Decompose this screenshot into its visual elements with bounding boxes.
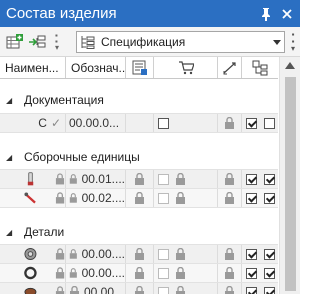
properties-icon: [132, 60, 147, 75]
lock-icon: [176, 248, 185, 260]
view-select[interactable]: Спецификация: [76, 31, 285, 53]
include-checkbox[interactable]: [245, 267, 257, 279]
row-designation: 00.00....: [81, 266, 125, 280]
lock-icon: [225, 173, 234, 185]
assembly-icon: [27, 172, 34, 186]
include-checkbox[interactable]: [245, 192, 257, 204]
view-select-value: Спецификация: [101, 35, 186, 49]
row-designation: 00.00....: [81, 247, 125, 261]
part-icon: [24, 266, 37, 280]
close-icon[interactable]: [279, 6, 295, 22]
group-parts[interactable]: ◢ Детали: [0, 222, 278, 242]
lock-icon: [135, 286, 144, 294]
row-designation: 00.02....: [81, 191, 125, 205]
table-row[interactable]: С ✓ 00.00.0...: [0, 113, 278, 133]
column-header-name[interactable]: Наимен...: [0, 57, 66, 78]
include-checkbox[interactable]: [245, 173, 257, 185]
add-object-icon[interactable]: [5, 32, 25, 52]
lock-icon: [55, 286, 65, 294]
lock-icon: [135, 248, 144, 260]
purchase-checkbox[interactable]: [158, 248, 169, 260]
lock-icon: [225, 248, 234, 260]
include-checkbox[interactable]: [245, 117, 257, 129]
table-row[interactable]: 00.01....: [0, 169, 278, 189]
lock-icon: [55, 248, 65, 260]
lock-icon: [176, 286, 185, 294]
include-checkbox[interactable]: [245, 286, 257, 294]
structure-icon: [252, 60, 268, 75]
lock-icon: [135, 192, 144, 204]
collapse-icon[interactable]: ◢: [6, 96, 14, 105]
chevron-down-icon[interactable]: [270, 33, 284, 51]
group-documentation[interactable]: ◢ Документация: [0, 90, 278, 110]
toolbar-overflow-icon[interactable]: ▪ ▪ ▾: [55, 32, 63, 52]
part-icon: [24, 248, 37, 260]
structure-checkbox[interactable]: [263, 173, 275, 185]
lock-icon: [69, 193, 77, 203]
collapse-icon[interactable]: ◢: [6, 228, 14, 237]
toolbar-more-icon[interactable]: ▪ ▪ ▾: [288, 31, 298, 53]
lock-icon: [176, 267, 185, 279]
purchase-checkbox[interactable]: [158, 117, 169, 129]
column-header-purchase[interactable]: [154, 57, 218, 78]
pin-icon[interactable]: [258, 6, 274, 22]
lock-icon: [55, 173, 65, 185]
table-row[interactable]: 00.00...: [0, 282, 278, 294]
table-row[interactable]: 00.00....: [0, 244, 278, 264]
lock-icon: [225, 286, 234, 294]
checkmark-icon: ✓: [50, 116, 61, 130]
include-checkbox[interactable]: [245, 248, 257, 260]
purchase-checkbox[interactable]: [158, 173, 169, 185]
row-designation: 00.00...: [84, 285, 125, 294]
lock-icon: [69, 249, 77, 259]
group-assemblies[interactable]: ◢ Сборочные единицы: [0, 147, 278, 167]
insert-from-structure-icon[interactable]: [27, 32, 47, 52]
structure-checkbox[interactable]: [263, 192, 275, 204]
structure-checkbox[interactable]: [263, 267, 275, 279]
scroll-up-icon[interactable]: [285, 61, 295, 69]
column-header-length[interactable]: [218, 57, 242, 78]
scrollbar-thumb[interactable]: [285, 77, 296, 291]
lock-icon: [70, 286, 79, 294]
row-name: С: [38, 116, 47, 130]
product-structure-panel: Состав изделия ▪▪▾ Спецификация ▪▪▾: [0, 0, 300, 294]
lock-icon: [135, 173, 144, 185]
lock-icon: [55, 267, 65, 279]
title-bar: Состав изделия: [0, 0, 300, 27]
structure-grid: ◢ Документация С ✓ 00.00.0... ◢ Сборочны…: [0, 79, 278, 294]
structure-checkbox[interactable]: [263, 286, 275, 294]
collapse-icon[interactable]: ◢: [6, 153, 14, 162]
column-header-properties[interactable]: [126, 57, 154, 78]
assembly-icon: [24, 192, 36, 204]
lock-icon: [135, 267, 144, 279]
column-header-structure[interactable]: [242, 57, 278, 78]
lock-icon: [55, 192, 65, 204]
lock-icon: [225, 192, 234, 204]
purchase-checkbox[interactable]: [158, 286, 169, 294]
table-row[interactable]: 00.02....: [0, 188, 278, 208]
lock-icon: [69, 268, 77, 278]
row-designation: 00.00.0...: [69, 116, 120, 130]
table-header: Наимен... Обознач...: [0, 57, 278, 79]
lock-icon: [225, 267, 234, 279]
purchase-checkbox[interactable]: [158, 267, 169, 279]
lock-icon: [176, 173, 185, 185]
lock-icon: [225, 117, 234, 129]
table-row[interactable]: 00.00....: [0, 263, 278, 283]
panel-title: Состав изделия: [6, 5, 117, 22]
cart-icon: [178, 60, 194, 74]
vertical-scrollbar[interactable]: [279, 57, 300, 294]
structure-checkbox[interactable]: [263, 248, 275, 260]
purchase-checkbox[interactable]: [158, 192, 169, 204]
structure-checkbox[interactable]: [263, 117, 275, 129]
lock-icon: [176, 192, 185, 204]
length-icon: [223, 61, 236, 74]
specification-icon: [79, 34, 97, 50]
column-header-designation[interactable]: Обознач...: [66, 57, 126, 78]
part-icon: [24, 287, 37, 294]
toolbar: ▪ ▪ ▾ Спецификация ▪ ▪ ▾: [0, 27, 300, 57]
row-designation: 00.01....: [81, 172, 125, 186]
lock-icon: [69, 174, 77, 184]
